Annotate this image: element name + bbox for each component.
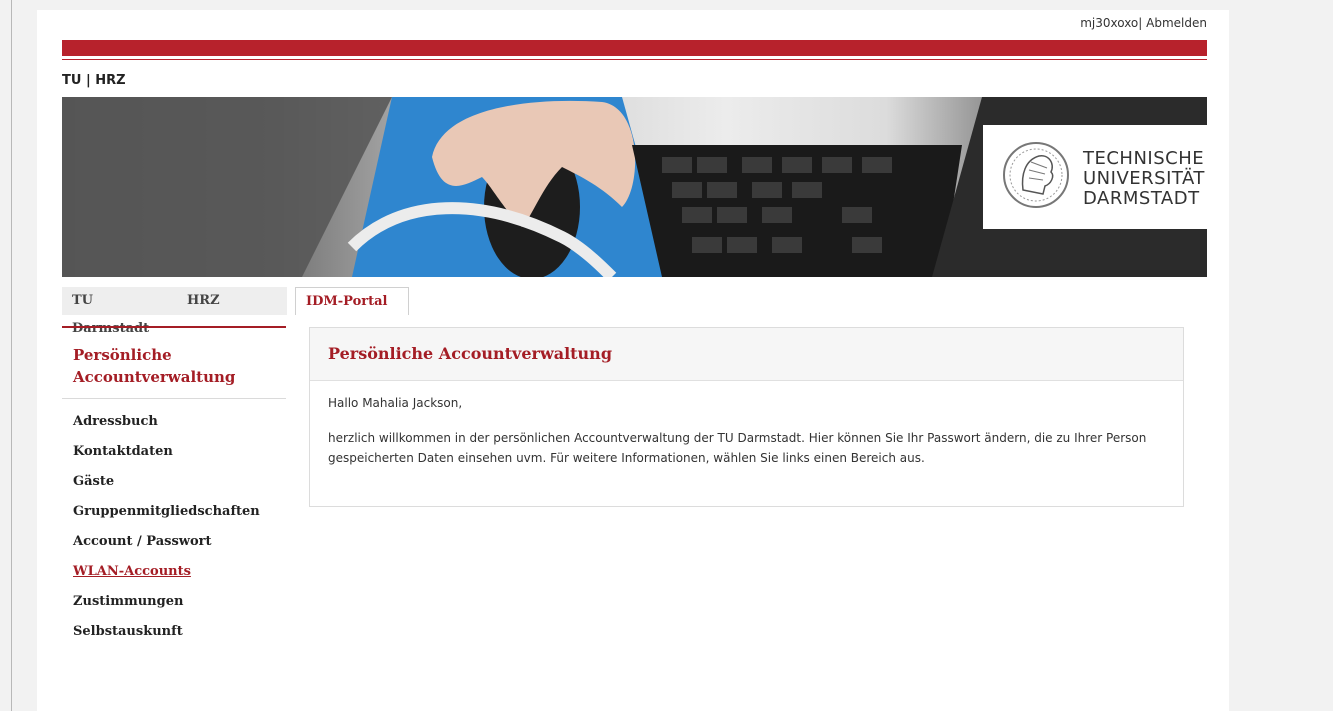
logo-wordmark: TECHNISCHE UNIVERSITÄT DARMSTADT [1083, 149, 1205, 209]
logo-line-2: UNIVERSITÄT [1083, 168, 1205, 189]
panel-title: Persönliche Accountverwaltung [310, 328, 1183, 381]
username-label: mj30xoxo [1080, 16, 1139, 30]
header-red-bar [62, 40, 1207, 56]
sidebar-item-gaeste[interactable]: Gäste [62, 467, 286, 497]
user-bar: mj30xoxo| Abmelden [1080, 16, 1207, 30]
welcome-text: herzlich willkommen in der persönlichen … [328, 431, 1147, 465]
logout-link[interactable]: Abmelden [1146, 16, 1207, 30]
tab-idm-portal[interactable]: IDM-Portal [295, 287, 409, 315]
greeting-text: Hallo Mahalia Jackson, [328, 396, 463, 410]
athena-seal-icon [1003, 142, 1069, 208]
sidebar-item-adressbuch[interactable]: Adressbuch [62, 407, 286, 437]
sidebar-item-wlan-accounts[interactable]: WLAN-Accounts [62, 557, 286, 587]
panel-body: Hallo Mahalia Jackson, herzlich willkomm… [310, 381, 1183, 480]
welcome-panel: Persönliche Accountverwaltung Hallo Maha… [309, 327, 1184, 507]
sidebar-title[interactable]: Persönliche Accountverwaltung [62, 328, 286, 399]
page-container: mj30xoxo| Abmelden TU | HRZ TECHNISCHE U… [37, 10, 1229, 711]
sidebar-item-zustimmungen[interactable]: Zustimmungen [62, 587, 286, 617]
header-divider [62, 59, 1207, 60]
sidebar-nav: Persönliche Accountverwaltung Adressbuch… [62, 326, 286, 647]
logo-line-1: TECHNISCHE [1083, 148, 1205, 169]
sidebar-list: Adressbuch Kontaktdaten Gäste Gruppenmit… [62, 399, 286, 647]
user-bar-separator: | [1138, 16, 1143, 30]
tab-hrz[interactable]: HRZ [177, 287, 287, 315]
sidebar-item-selbstauskunft[interactable]: Selbstauskunft [62, 617, 286, 647]
window-left-edge [0, 0, 12, 711]
logo-line-3: DARMSTADT [1083, 188, 1200, 209]
sidebar-item-kontaktdaten[interactable]: Kontaktdaten [62, 437, 286, 467]
hero-banner: TECHNISCHE UNIVERSITÄT DARMSTADT [62, 97, 1207, 277]
tab-tu-darmstadt[interactable]: TU Darmstadt [62, 287, 177, 336]
sidebar-item-gruppenmitgliedschaften[interactable]: Gruppenmitgliedschaften [62, 497, 286, 527]
sidebar-item-account-passwort[interactable]: Account / Passwort [62, 527, 286, 557]
site-brand[interactable]: TU | HRZ [62, 73, 126, 88]
tu-logo[interactable]: TECHNISCHE UNIVERSITÄT DARMSTADT [983, 125, 1207, 229]
